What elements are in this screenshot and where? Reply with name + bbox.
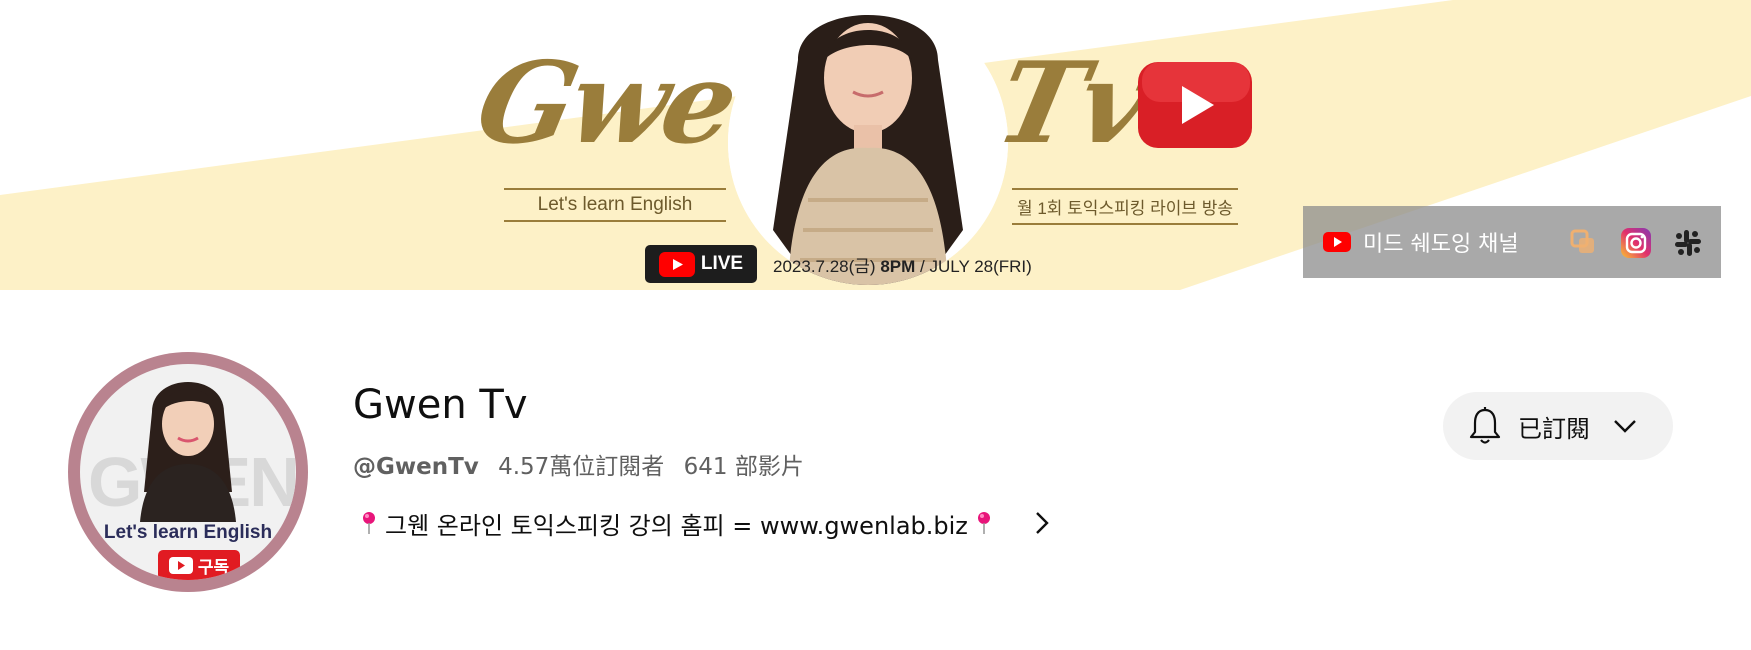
avatar-tagline: Let's learn English: [103, 522, 273, 543]
channel-description[interactable]: 그웬 온라인 토익스피킹 강의 홈피 = www.gwenlab.biz: [353, 505, 1050, 541]
subscribed-label: 已訂閱: [1518, 414, 1590, 443]
chevron-down-icon: [1614, 420, 1636, 433]
link-icon[interactable]: [1569, 228, 1597, 256]
banner-tagline: Let's learn English: [504, 188, 726, 222]
video-count: 641 部影片: [683, 454, 804, 480]
chevron-right-icon[interactable]: [1034, 510, 1050, 536]
banner-date-text: 2023.7.28(금): [773, 257, 876, 276]
pushpin-icon: [977, 512, 990, 534]
channel-banner: Gwen Tv Let's learn English 월 1회 토익스피킹 라…: [0, 0, 1751, 290]
youtube-icon: [1323, 232, 1351, 252]
bell-icon: [1469, 407, 1501, 444]
banner-schedule: 월 1회 토익스피킹 라이브 방송: [1012, 188, 1238, 225]
channel-meta: @GwenTv 4.57萬位訂閱者 641 部影片: [353, 447, 816, 481]
youtube-icon: [658, 251, 695, 277]
channel-name: Gwen Tv: [353, 382, 528, 428]
subscriber-count: 4.57萬位訂閱者: [498, 454, 665, 480]
channel-handle: @GwenTv: [353, 454, 479, 480]
subscribed-button[interactable]: 已訂閱: [1443, 392, 1673, 460]
banner-time: 8PM: [880, 257, 916, 276]
youtube-logo-icon: [1138, 62, 1252, 148]
banner-portrait: [728, 0, 1008, 285]
description-text[interactable]: 그웬 온라인 토익스피킹 강의 홈피 = www.gwenlab.biz: [385, 506, 968, 541]
channel-avatar[interactable]: GWEN Let's learn English 구독: [68, 352, 308, 592]
instagram-icon[interactable]: [1621, 228, 1651, 258]
avatar-portrait: [140, 382, 236, 522]
slack-icon[interactable]: [1673, 228, 1703, 258]
pushpin-icon: [363, 512, 375, 534]
banner-title-tv: Tv: [986, 38, 1159, 169]
live-badge: LIVE: [645, 245, 757, 283]
avatar-image: GWEN Let's learn English 구독: [80, 364, 296, 580]
live-label: LIVE: [700, 253, 744, 274]
banner-date: 2023.7.28(금) 8PM / JULY 28(FRI): [773, 252, 1032, 277]
youtube-icon: [168, 556, 193, 574]
banner-link-label[interactable]: 미드 쉐도잉 채널: [1363, 226, 1519, 258]
banner-date-en: / JULY 28(FRI): [920, 257, 1032, 276]
avatar-subscribe-badge: 구독: [158, 550, 240, 580]
banner-links[interactable]: 미드 쉐도잉 채널: [1303, 206, 1721, 278]
avatar-subscribe-label: 구독: [197, 557, 230, 578]
